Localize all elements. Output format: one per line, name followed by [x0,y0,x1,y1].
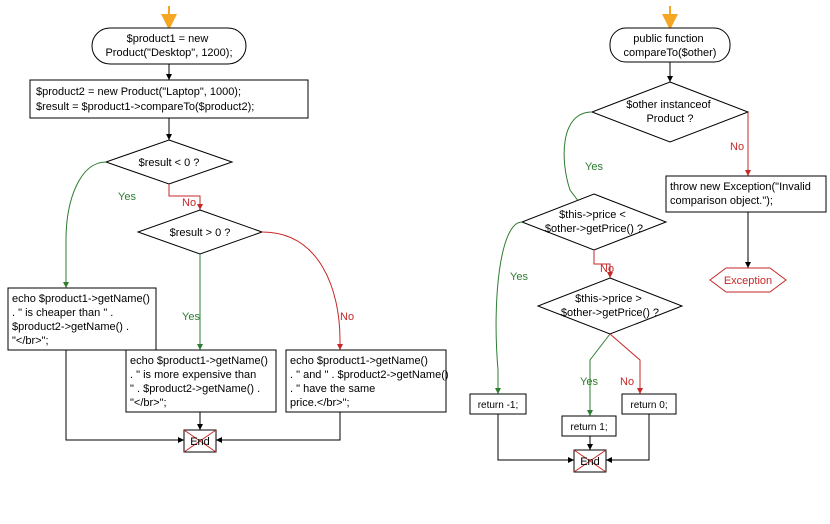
cond2r-yes-label: Yes [510,271,528,283]
cond1-right [592,82,748,142]
cond1-no-label: No [182,197,196,209]
cond1r-no-label: No [730,141,744,153]
exception-text: Exception [724,275,772,287]
ret1-text: return 1; [570,422,607,433]
svg-text:End: End [190,436,210,448]
cond2-right [522,194,666,250]
cond1r-yes-label: Yes [585,161,603,173]
ret0-text: return 0; [630,400,667,411]
cond1-yes-edge [66,162,106,288]
cond1-left-text: $result < 0 ? [139,157,200,169]
cond2-no-label: No [340,311,354,323]
branchC-to-end [216,412,340,440]
retNeg1-text: return -1; [478,400,519,411]
end-node-right: End [574,450,606,472]
cond2-left-text: $result > 0 ? [170,227,231,239]
cond3r-yes-label: Yes [580,376,598,388]
cond3-right [538,278,682,334]
cond2r-no-label: No [600,263,614,275]
svg-text:End: End [580,456,600,468]
cond1r-yes-edge [564,112,592,206]
cond2r-yes-edge [496,222,522,394]
end-node-left: End [184,430,216,452]
cond3r-yes-edge [590,334,610,416]
cond1-yes-label: Yes [118,191,136,203]
cond2-no-edge [262,232,340,350]
cond2-yes-label: Yes [182,311,200,323]
cond3r-no-label: No [620,376,634,388]
